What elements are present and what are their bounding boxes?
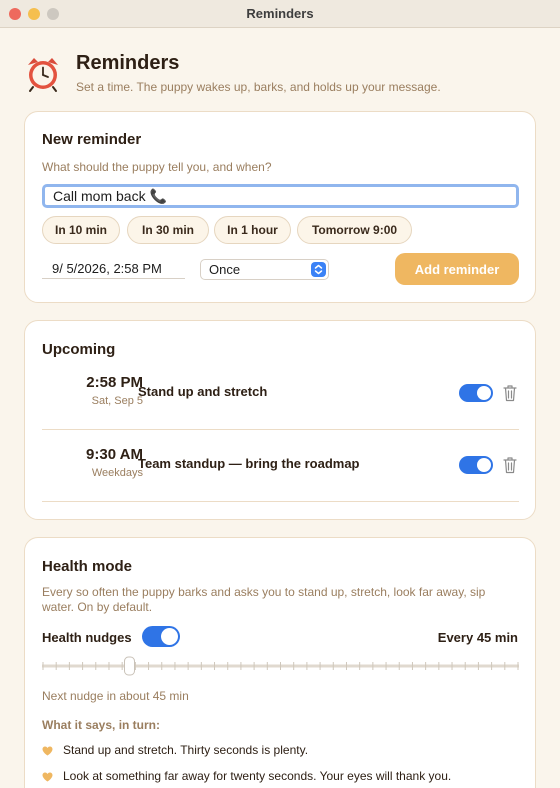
window-title: Reminders: [246, 6, 314, 21]
tip-text: Stand up and stretch. Thirty seconds is …: [63, 743, 309, 757]
new-reminder-heading: New reminder: [42, 131, 142, 148]
rotation-heading: What it says, in turn:: [42, 718, 161, 732]
trash-icon[interactable]: [503, 456, 517, 474]
title-bar: Reminders: [0, 0, 560, 28]
reminder-title: Team standup — bring the roadmap: [138, 456, 360, 471]
repeat-select-value: Once: [209, 262, 241, 277]
heart-icon: [42, 746, 53, 756]
health-mode-heading: Health mode: [42, 558, 133, 575]
health-nudges-toggle[interactable]: [142, 626, 180, 647]
reminder-message-input[interactable]: [42, 184, 519, 208]
toggle-knob: [477, 386, 491, 400]
add-reminder-button[interactable]: Add reminder: [395, 253, 519, 285]
quick-1-hour-button[interactable]: In 1 hour: [214, 216, 291, 244]
health-mode-card: Health mode Every so often the puppy bar…: [24, 537, 536, 788]
reminder-time: 2:58 PM: [86, 374, 143, 391]
upcoming-card: Upcoming 2:58 PM Sat, Sep 5 Stand up and…: [24, 320, 536, 520]
health-mode-description: Every so often the puppy barks and asks …: [42, 585, 486, 614]
new-reminder-card: New reminder What should the puppy tell …: [24, 111, 536, 303]
alarm-clock-icon: [28, 58, 58, 92]
reminder-time: 9:30 AM: [86, 446, 143, 463]
trash-icon[interactable]: [503, 384, 517, 402]
reminder-row: 9:30 AM Weekdays Team standup — bring th…: [42, 430, 519, 502]
reminder-date: Weekdays: [91, 467, 143, 479]
reminder-date: Sat, Sep 5: [91, 395, 143, 407]
date-time-picker[interactable]: 9/ 5/2026, 2:58 PM: [42, 259, 185, 279]
slider-thumb: [124, 656, 135, 676]
page-title: Reminders: [76, 52, 180, 74]
quick-30-min-button[interactable]: In 30 min: [127, 216, 209, 244]
repeat-select[interactable]: Once: [200, 259, 329, 280]
quick-10-min-button[interactable]: In 10 min: [42, 216, 120, 244]
reminder-enabled-toggle[interactable]: [459, 384, 493, 402]
page-subtitle: Set a time. The puppy wakes up, barks, a…: [76, 80, 441, 94]
reminder-enabled-toggle[interactable]: [459, 456, 493, 474]
nudge-interval-value: Every 45 min: [437, 630, 518, 645]
toggle-knob: [477, 458, 491, 472]
nudge-interval-slider[interactable]: [42, 656, 519, 678]
toggle-knob: [161, 628, 178, 645]
upcoming-heading: Upcoming: [42, 341, 116, 358]
new-reminder-hint: What should the puppy tell you, and when…: [42, 160, 272, 174]
tip-text: Look at something far away for twenty se…: [63, 769, 452, 783]
reminder-row: 2:58 PM Sat, Sep 5 Stand up and stretch: [42, 358, 519, 430]
heart-icon: [42, 772, 53, 782]
reminder-title: Stand up and stretch: [138, 384, 268, 399]
health-nudges-label: Health nudges: [42, 630, 132, 645]
chevron-up-down-icon: [311, 262, 326, 277]
next-nudge-text: Next nudge in about 45 min: [42, 689, 189, 703]
quick-tomorrow-button[interactable]: Tomorrow 9:00: [297, 216, 412, 244]
